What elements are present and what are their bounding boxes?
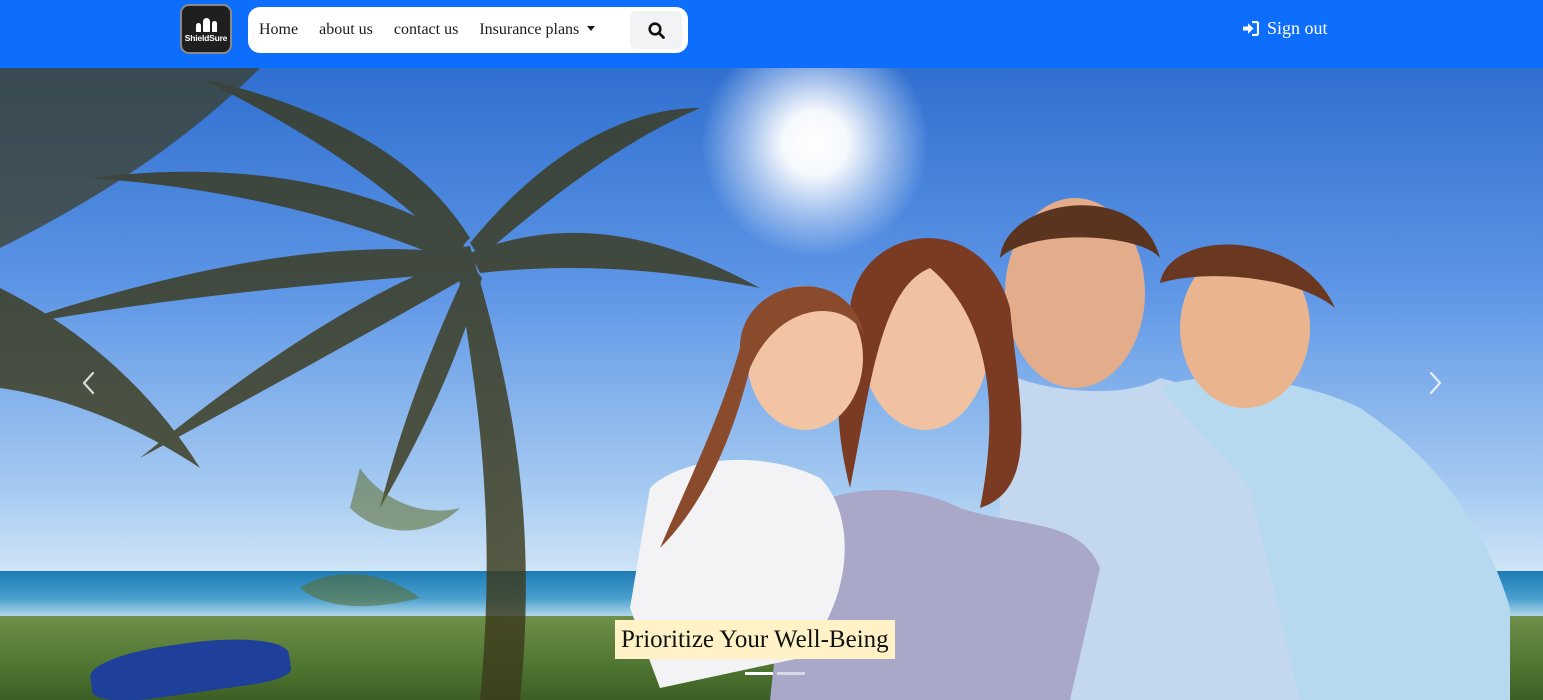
chevron-right-icon bbox=[1429, 371, 1442, 395]
hero-carousel: Prioritize Your Well-Being bbox=[0, 68, 1543, 700]
sign-in-arrow-icon bbox=[1243, 21, 1259, 36]
carousel-prev-button[interactable] bbox=[74, 368, 104, 398]
nav-insurance-plans-dropdown[interactable]: Insurance plans bbox=[479, 21, 596, 39]
top-navbar: ShieldSure Home about us contact us Insu… bbox=[0, 0, 1543, 68]
family-umbrella-icon bbox=[195, 16, 217, 32]
carousel-indicator-2[interactable] bbox=[777, 672, 805, 675]
carousel-indicator-1[interactable] bbox=[745, 672, 773, 675]
carousel-caption: Prioritize Your Well-Being bbox=[615, 620, 895, 659]
insurance-plans-label: Insurance plans bbox=[479, 21, 580, 38]
carousel-next-button[interactable] bbox=[1420, 368, 1450, 398]
chevron-left-icon bbox=[82, 371, 95, 395]
nav-home-link[interactable]: Home bbox=[259, 21, 298, 39]
search-icon bbox=[647, 21, 665, 39]
carousel-indicators bbox=[745, 672, 805, 675]
brand-logo[interactable]: ShieldSure bbox=[180, 4, 232, 54]
nav-contact-link[interactable]: contact us bbox=[394, 21, 458, 39]
sign-out-button[interactable]: Sign out bbox=[1242, 18, 1328, 39]
caret-down-icon bbox=[587, 26, 596, 31]
logo-text: ShieldSure bbox=[184, 32, 228, 43]
search-button[interactable] bbox=[630, 11, 682, 49]
nav-about-link[interactable]: about us bbox=[319, 21, 373, 39]
main-nav: Home about us contact us Insurance plans bbox=[248, 7, 688, 53]
sign-out-label: Sign out bbox=[1267, 18, 1328, 38]
